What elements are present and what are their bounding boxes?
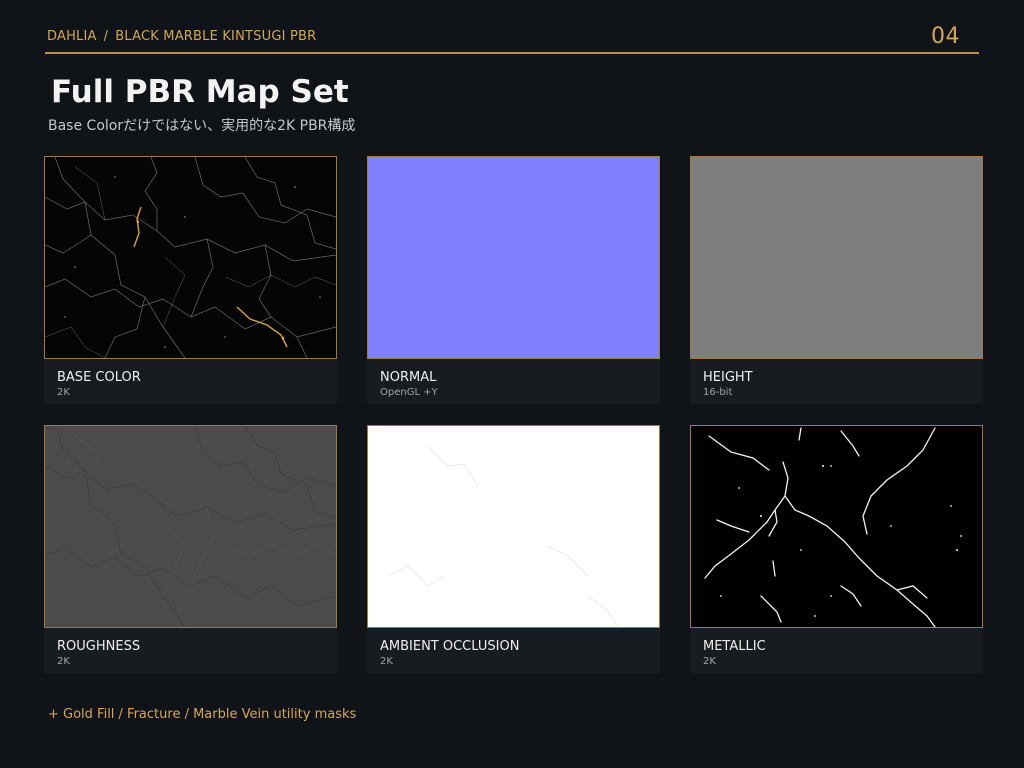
breadcrumb: DAHLIA / BLACK MARBLE KINTSUGI PBR (47, 29, 316, 44)
map-name: METALLIC (703, 639, 766, 654)
base-color-thumbnail (44, 156, 337, 359)
gray-height-map-texture-icon (691, 157, 982, 358)
utility-masks-note: + Gold Fill / Fracture / Marble Vein uti… (48, 707, 357, 722)
white-ao-texture-icon (368, 426, 659, 627)
height-caption: HEIGHT 16-bit (690, 359, 983, 404)
map-name: BASE COLOR (57, 370, 141, 385)
normal-caption: NORMAL OpenGL +Y (367, 359, 660, 404)
page-title: Full PBR Map Set (51, 74, 349, 110)
header-divider (45, 52, 979, 54)
map-detail: 2K (380, 656, 393, 667)
roughness-caption: ROUGHNESS 2K (44, 628, 337, 673)
map-name: ROUGHNESS (57, 639, 141, 654)
height-thumbnail (690, 156, 983, 359)
breadcrumb-brand: DAHLIA (47, 29, 97, 44)
page-number: 04 (931, 24, 960, 49)
metallic-caption: METALLIC 2K (690, 628, 983, 673)
breadcrumb-separator: / (103, 29, 109, 44)
map-detail: 16-bit (703, 387, 733, 398)
map-card-ambient-occlusion: AMBIENT OCCLUSION 2K (367, 425, 660, 673)
map-detail: 2K (57, 387, 70, 398)
map-name: NORMAL (380, 370, 437, 385)
ambient-occlusion-thumbnail (367, 425, 660, 628)
map-card-height: HEIGHT 16-bit (690, 156, 983, 404)
normal-thumbnail (367, 156, 660, 359)
flat-normal-map-texture-icon (368, 157, 659, 358)
black-marble-gold-veins-texture-icon (45, 157, 336, 358)
breadcrumb-product: BLACK MARBLE KINTSUGI PBR (115, 29, 317, 44)
page-subtitle: Base Colorだけではない、実用的な2K PBR構成 (48, 118, 356, 134)
metallic-thumbnail (690, 425, 983, 628)
slide: DAHLIA / BLACK MARBLE KINTSUGI PBR 04 Full… (0, 0, 1024, 768)
map-detail: 2K (57, 656, 70, 667)
map-name: HEIGHT (703, 370, 753, 385)
map-card-roughness: ROUGHNESS 2K (44, 425, 337, 673)
map-card-metallic: METALLIC 2K (690, 425, 983, 673)
map-detail: 2K (703, 656, 716, 667)
map-card-base-color: BASE COLOR 2K (44, 156, 337, 404)
ambient-occlusion-caption: AMBIENT OCCLUSION 2K (367, 628, 660, 673)
map-detail: OpenGL +Y (380, 387, 438, 398)
black-white-vein-mask-texture-icon (691, 426, 982, 627)
dark-gray-roughness-texture-icon (45, 426, 336, 627)
map-name: AMBIENT OCCLUSION (380, 639, 520, 654)
base-color-caption: BASE COLOR 2K (44, 359, 337, 404)
roughness-thumbnail (44, 425, 337, 628)
map-card-normal: NORMAL OpenGL +Y (367, 156, 660, 404)
